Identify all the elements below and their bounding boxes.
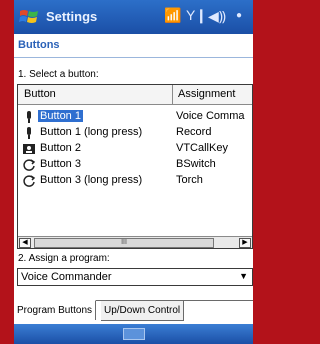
chevron-down-icon[interactable]: ▼	[239, 271, 248, 281]
program-dropdown[interactable]: Voice Commander ▼	[17, 268, 253, 286]
windows-start-icon[interactable]	[18, 7, 40, 27]
title-bar: Settings 📶 Y❙ ◀⸩ ●	[14, 0, 253, 34]
column-header-assignment[interactable]: Assignment	[178, 88, 235, 100]
column-divider[interactable]	[172, 85, 173, 105]
page-title: Buttons	[18, 39, 60, 51]
button-2-icon	[23, 144, 35, 154]
list-item[interactable]: Button 3 BSwitch	[18, 157, 252, 173]
select-button-label: 1. Select a button:	[18, 69, 99, 80]
program-dropdown-value: Voice Commander	[21, 271, 112, 283]
scroll-right-button[interactable]: ▶	[239, 238, 251, 248]
column-header-button[interactable]: Button	[24, 88, 56, 100]
scroll-left-button[interactable]: ◀	[19, 238, 31, 248]
list-item-assignment: Voice Comma	[176, 110, 245, 122]
list-item[interactable]: Button 3 (long press) Torch	[18, 173, 252, 189]
list-item-assignment: Record	[176, 126, 212, 138]
signal-icon[interactable]: Y❙	[186, 7, 207, 24]
tab-strip: Program Buttons Up/Down Control	[14, 300, 253, 322]
button-3-icon	[23, 175, 36, 187]
volume-icon[interactable]: ◀⸩	[208, 7, 226, 26]
list-item-name: Button 1 (long press)	[40, 126, 143, 138]
button-1-icon	[27, 127, 31, 139]
list-item-name: Button 3	[40, 158, 81, 170]
list-header: Button Assignment	[18, 85, 252, 105]
window-title: Settings	[46, 9, 98, 24]
scroll-thumb[interactable]: III	[34, 238, 214, 248]
screen: Settings 📶 Y❙ ◀⸩ ● Buttons 1. Select a b…	[14, 0, 253, 344]
button-3-icon	[23, 159, 36, 171]
list-item-name: Button 1	[38, 110, 83, 122]
list-item[interactable]: Button 1 Voice Comma	[18, 109, 252, 125]
list-item[interactable]: Button 1 (long press) Record	[18, 125, 252, 141]
button-list[interactable]: Button Assignment Button 1 Voice Comma B…	[17, 84, 253, 249]
list-item-assignment: Torch	[176, 174, 203, 186]
antenna-icon[interactable]: 📶	[164, 7, 181, 24]
list-item-name: Button 2	[40, 142, 81, 154]
assign-program-label: 2. Assign a program:	[18, 253, 110, 264]
list-item-name: Button 3 (long press)	[40, 174, 143, 186]
keyboard-icon[interactable]	[123, 328, 145, 340]
tab-program-buttons[interactable]: Program Buttons	[14, 300, 97, 320]
heading-divider	[14, 57, 253, 58]
list-item-assignment: VTCallKey	[176, 142, 228, 154]
list-item-assignment: BSwitch	[176, 158, 216, 170]
menu-bar	[14, 324, 253, 344]
button-1-icon	[27, 111, 31, 123]
tab-up-down-control[interactable]: Up/Down Control	[101, 301, 185, 321]
horizontal-scrollbar[interactable]: ◀ III ▶	[18, 236, 252, 248]
list-item[interactable]: Button 2 VTCallKey	[18, 141, 252, 157]
ok-icon[interactable]: ●	[236, 10, 242, 21]
